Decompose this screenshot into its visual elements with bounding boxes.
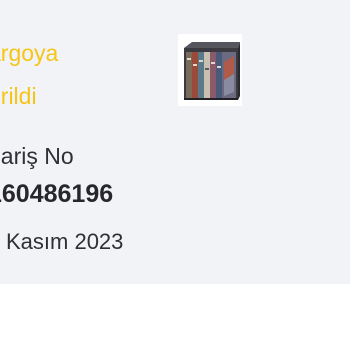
cargo-status-line2: erildi (0, 83, 37, 109)
order-number-value: 160486196 (0, 180, 114, 208)
order-number-label: pariş No (0, 143, 74, 169)
product-thumbnail[interactable] (178, 34, 242, 106)
book-box-set-icon (184, 42, 240, 100)
order-date: Kasım 2023 (6, 229, 124, 254)
cargo-status-line1: argoya (0, 40, 59, 66)
order-card[interactable]: argoya erildi pariş No 160486196 Kasım 2… (0, 0, 350, 284)
